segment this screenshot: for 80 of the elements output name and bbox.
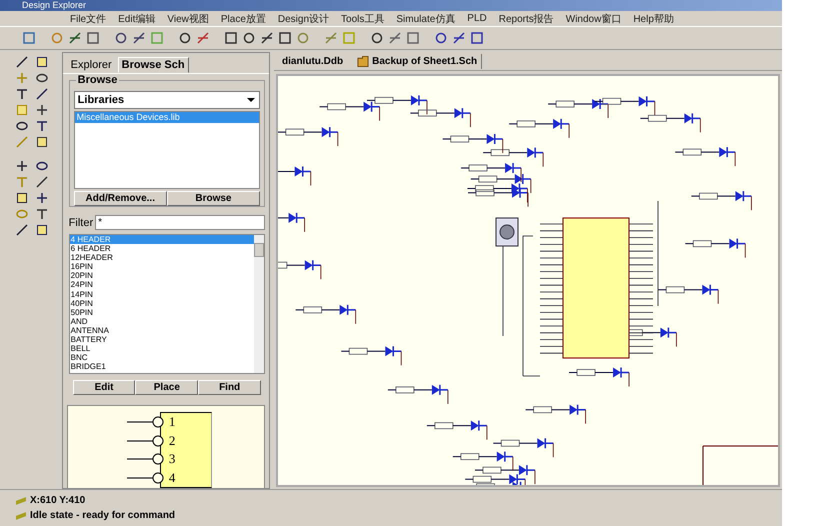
toolbar-icon[interactable] — [68, 31, 82, 45]
group-label: Browse — [76, 74, 120, 86]
tool-icon[interactable] — [36, 136, 48, 148]
tool-icon[interactable] — [36, 56, 48, 68]
toolbar-icon[interactable] — [452, 31, 466, 45]
library-dropdown[interactable]: Libraries — [74, 91, 260, 109]
tool-icon[interactable] — [36, 192, 48, 204]
menu-item[interactable]: Help帮助 — [633, 12, 674, 26]
toolbar-icon[interactable] — [196, 31, 210, 45]
tool-icon[interactable] — [36, 120, 48, 132]
document-icon — [357, 54, 370, 68]
tool-icon[interactable] — [16, 224, 28, 236]
toolbar-icon[interactable] — [242, 31, 256, 45]
menu-item[interactable]: File文件 — [70, 12, 106, 26]
component-item[interactable]: BELL — [70, 344, 254, 354]
tool-icon[interactable] — [36, 160, 48, 172]
menu-item[interactable]: Tools工具 — [341, 12, 384, 26]
toolbar-icon[interactable] — [278, 31, 292, 45]
component-item[interactable]: BNC — [70, 353, 254, 362]
tool-icon[interactable] — [16, 56, 28, 68]
window-title: Design Explorer — [22, 0, 86, 11]
menu-item[interactable]: Simulate仿真 — [396, 12, 456, 26]
component-item[interactable]: 14PIN — [70, 290, 254, 299]
component-item[interactable]: 40PIN — [70, 298, 254, 308]
component-item[interactable]: 16PIN — [70, 262, 254, 272]
component-item[interactable]: 24PIN — [70, 280, 254, 290]
tool-icon[interactable] — [36, 208, 48, 220]
panel-button[interactable]: Place — [135, 380, 198, 395]
filter-field[interactable]: * — [95, 215, 265, 230]
tool-icon[interactable] — [36, 88, 48, 100]
tool-icon[interactable] — [36, 224, 48, 236]
document-tab[interactable]: dianlutu.Ddb — [278, 54, 348, 68]
toolbar-icon[interactable] — [114, 31, 128, 45]
component-item[interactable]: AND — [70, 316, 254, 326]
status-message: Idle state - ready for command — [30, 510, 176, 521]
panel-tab[interactable]: Browse Sch — [118, 57, 189, 73]
component-item[interactable]: 20PIN — [70, 271, 254, 280]
menu-item[interactable]: Reports报告 — [498, 12, 554, 26]
tool-icon[interactable] — [16, 120, 28, 132]
toolbar-icon[interactable] — [224, 31, 238, 45]
toolbar-icon[interactable] — [434, 31, 448, 45]
panel-tab[interactable]: Explorer — [66, 57, 116, 73]
toolbar-icon[interactable] — [86, 31, 100, 45]
panel-button[interactable]: Add/Remove... — [74, 191, 167, 206]
cursor-coordinates: X:610 Y:410 — [30, 495, 86, 506]
toolbar-icon[interactable] — [370, 31, 384, 45]
component-item[interactable]: ANTENNA — [70, 326, 254, 336]
tool-icon[interactable] — [36, 104, 48, 116]
component-item[interactable]: 12HEADER — [70, 253, 254, 262]
panel-button[interactable]: Find — [198, 380, 262, 395]
menu-item[interactable]: Place放置 — [220, 12, 266, 26]
component-item[interactable]: 6 HEADER — [70, 244, 254, 254]
menu-item[interactable]: Window窗口 — [566, 12, 622, 26]
component-item[interactable]: BATTERY — [70, 335, 254, 344]
component-item[interactable]: 50PIN — [70, 308, 254, 317]
panel-button[interactable]: Browse — [166, 191, 260, 206]
tool-icon[interactable] — [36, 72, 48, 84]
pin-number: 2 — [168, 432, 176, 449]
toolbar-icon[interactable] — [406, 31, 420, 45]
toolbar-icon[interactable] — [260, 31, 274, 45]
tool-icon[interactable] — [16, 192, 28, 204]
scrollbar[interactable] — [254, 235, 264, 373]
toolbar-icon[interactable] — [388, 31, 402, 45]
pin-number: 1 — [168, 414, 176, 430]
toolbar-icon[interactable] — [178, 31, 192, 45]
panel-button[interactable]: Edit — [72, 380, 136, 395]
tool-icon[interactable] — [36, 176, 48, 188]
toolbar-icon[interactable] — [132, 31, 146, 45]
filter-label: Filter — [68, 216, 94, 228]
caret-icon — [247, 98, 255, 102]
tool-icon[interactable] — [16, 160, 28, 172]
menu-item[interactable]: PLD — [467, 13, 487, 24]
tool-icon[interactable] — [16, 88, 28, 100]
menu-item[interactable]: Edit编辑 — [118, 12, 156, 26]
pin-number: 3 — [168, 451, 176, 468]
menu-item[interactable]: Design设计 — [278, 12, 330, 26]
pin-number: 4 — [168, 470, 176, 486]
toolbar-icon[interactable] — [470, 31, 484, 45]
menu-item[interactable]: View视图 — [167, 12, 209, 26]
component-item[interactable]: BRIDGE1 — [70, 362, 254, 372]
